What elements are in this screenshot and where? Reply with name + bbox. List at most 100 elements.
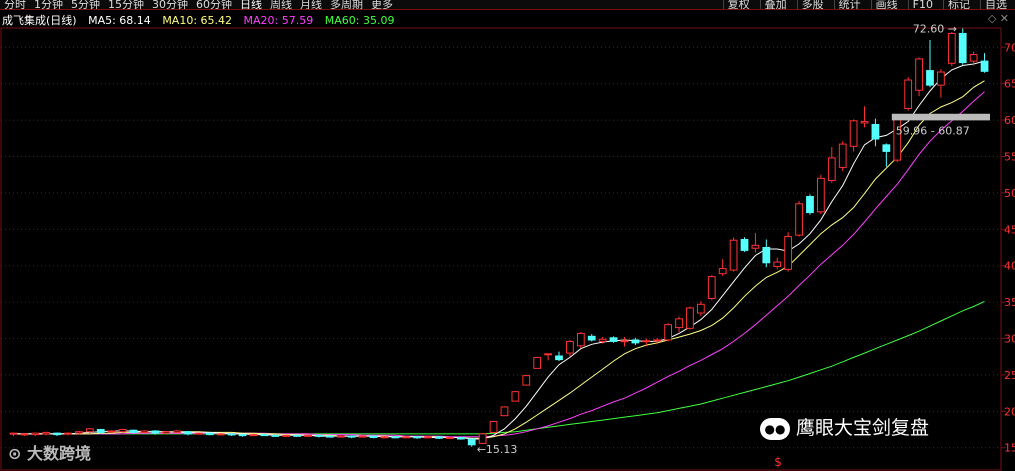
candle-body-down bbox=[293, 434, 302, 437]
candle-body-up bbox=[969, 54, 978, 62]
candlestick-chart: 15 20 25 30 35 40 45 50 55 60 65 70 72.60 → ←15.13 59.… bbox=[0, 22, 1015, 471]
candle-body-up bbox=[937, 71, 945, 86]
candle-body-up bbox=[446, 437, 454, 440]
candle-body-up bbox=[576, 332, 585, 347]
candle-body-up bbox=[664, 324, 673, 341]
y-tick-label: 70 bbox=[1004, 41, 1015, 54]
candle-body-down bbox=[391, 436, 400, 439]
plot-frame bbox=[0, 27, 1002, 471]
band-label: 59.96 - 60.87 bbox=[896, 124, 970, 137]
candle-body-up bbox=[31, 432, 40, 436]
candle-body-up bbox=[249, 434, 258, 437]
y-tick-label: 65 bbox=[1004, 78, 1015, 91]
candle-body-down bbox=[129, 429, 138, 433]
candle-body-down bbox=[96, 429, 105, 433]
candle-body-up bbox=[686, 307, 694, 329]
y-tick-label: 40 bbox=[1004, 260, 1015, 273]
watermark-right-text: 鹰眼大宝剑复盘 bbox=[796, 417, 930, 439]
candle-body-up bbox=[707, 276, 716, 299]
candle-body-up bbox=[107, 430, 116, 433]
candle-body-up bbox=[489, 421, 498, 433]
y-tick-label: 60 bbox=[1004, 114, 1015, 127]
candle-body-up bbox=[140, 430, 149, 433]
candle-body-down bbox=[184, 431, 192, 435]
candle-body-up bbox=[118, 429, 127, 433]
candle-body-down bbox=[555, 355, 563, 361]
low-label: ←15.13 bbox=[477, 443, 518, 456]
candle-body-up bbox=[336, 435, 345, 438]
candle-body-up bbox=[784, 236, 793, 270]
candle-body-down bbox=[467, 438, 476, 446]
candle-body-up bbox=[216, 433, 225, 436]
y-tick-label: 15 bbox=[1004, 442, 1015, 455]
candle-body-down bbox=[926, 70, 934, 86]
y-tick-label: 30 bbox=[1004, 333, 1015, 346]
candle-body-down bbox=[762, 247, 771, 264]
candle-body-up bbox=[282, 434, 291, 437]
y-tick-label: 55 bbox=[1004, 150, 1015, 163]
ma10-line bbox=[13, 80, 985, 439]
candle-body-up bbox=[947, 32, 956, 64]
candle-body-up bbox=[195, 432, 203, 435]
candle-body-down bbox=[347, 435, 356, 438]
candle-body-up bbox=[42, 431, 51, 435]
candle-body-down bbox=[53, 432, 61, 436]
candle-body-up bbox=[75, 431, 83, 434]
dollar-marker: $ bbox=[774, 455, 782, 469]
candle-body-up bbox=[358, 435, 367, 438]
candle-body-down bbox=[882, 144, 891, 152]
candle-body-up bbox=[380, 436, 389, 439]
wechat-icon: ●● bbox=[760, 417, 790, 440]
candle-body-up bbox=[751, 244, 760, 249]
candle-body-up bbox=[162, 431, 171, 434]
candle-body-up bbox=[849, 120, 858, 147]
candle-body-up bbox=[424, 436, 432, 439]
candle-body-down bbox=[609, 337, 618, 342]
candle-body-up bbox=[838, 143, 847, 168]
candle-body-down bbox=[587, 335, 596, 341]
candle-body-up bbox=[696, 303, 705, 314]
y-tick-label: 20 bbox=[1004, 405, 1015, 418]
y-tick-label: 45 bbox=[1004, 223, 1015, 236]
candle-body-up bbox=[816, 177, 825, 213]
candle-body-down bbox=[271, 434, 280, 437]
candle-body-up bbox=[173, 430, 182, 433]
candle-body-down bbox=[958, 32, 967, 64]
candle-body-up bbox=[533, 356, 542, 369]
candle-body-up bbox=[620, 340, 629, 343]
candle-body-up bbox=[544, 353, 552, 356]
candle-body-up bbox=[402, 436, 411, 439]
candle-body-up bbox=[566, 340, 574, 354]
candle-body-down bbox=[369, 435, 378, 439]
candle-body-up bbox=[598, 338, 607, 342]
high-label: 72.60 → bbox=[913, 22, 957, 35]
candle-body-down bbox=[205, 432, 214, 436]
watermark-left: ⊙ 大数跨境 bbox=[8, 440, 91, 464]
candle-body-up bbox=[675, 318, 683, 329]
candle-body-down bbox=[456, 437, 465, 440]
candle-body-down bbox=[980, 60, 989, 72]
candle-body-up bbox=[904, 79, 913, 109]
candle-body-up bbox=[500, 406, 509, 417]
candle-body-up bbox=[522, 375, 531, 386]
candle-body-down bbox=[315, 434, 323, 437]
candle-body-down bbox=[435, 436, 443, 439]
ma5-line bbox=[13, 60, 985, 440]
logo-icon: ⊙ bbox=[8, 444, 22, 463]
candle-body-up bbox=[304, 434, 312, 437]
candle-body-up bbox=[653, 339, 662, 342]
candle-body-down bbox=[413, 436, 422, 439]
candle-body-up bbox=[718, 268, 727, 275]
candle-body-down bbox=[227, 433, 236, 436]
candle-body-up bbox=[20, 433, 29, 436]
candle-body-up bbox=[64, 432, 72, 435]
candle-body-up bbox=[827, 157, 836, 182]
candle-body-up bbox=[915, 58, 923, 91]
candle-body-up bbox=[795, 203, 803, 236]
candle-body-up bbox=[729, 239, 738, 271]
candle-body-up bbox=[860, 121, 869, 124]
candle-body-down bbox=[325, 435, 334, 438]
candle-body-down bbox=[806, 196, 814, 214]
candle-body-down bbox=[631, 339, 640, 344]
candle-body-up bbox=[9, 432, 18, 435]
